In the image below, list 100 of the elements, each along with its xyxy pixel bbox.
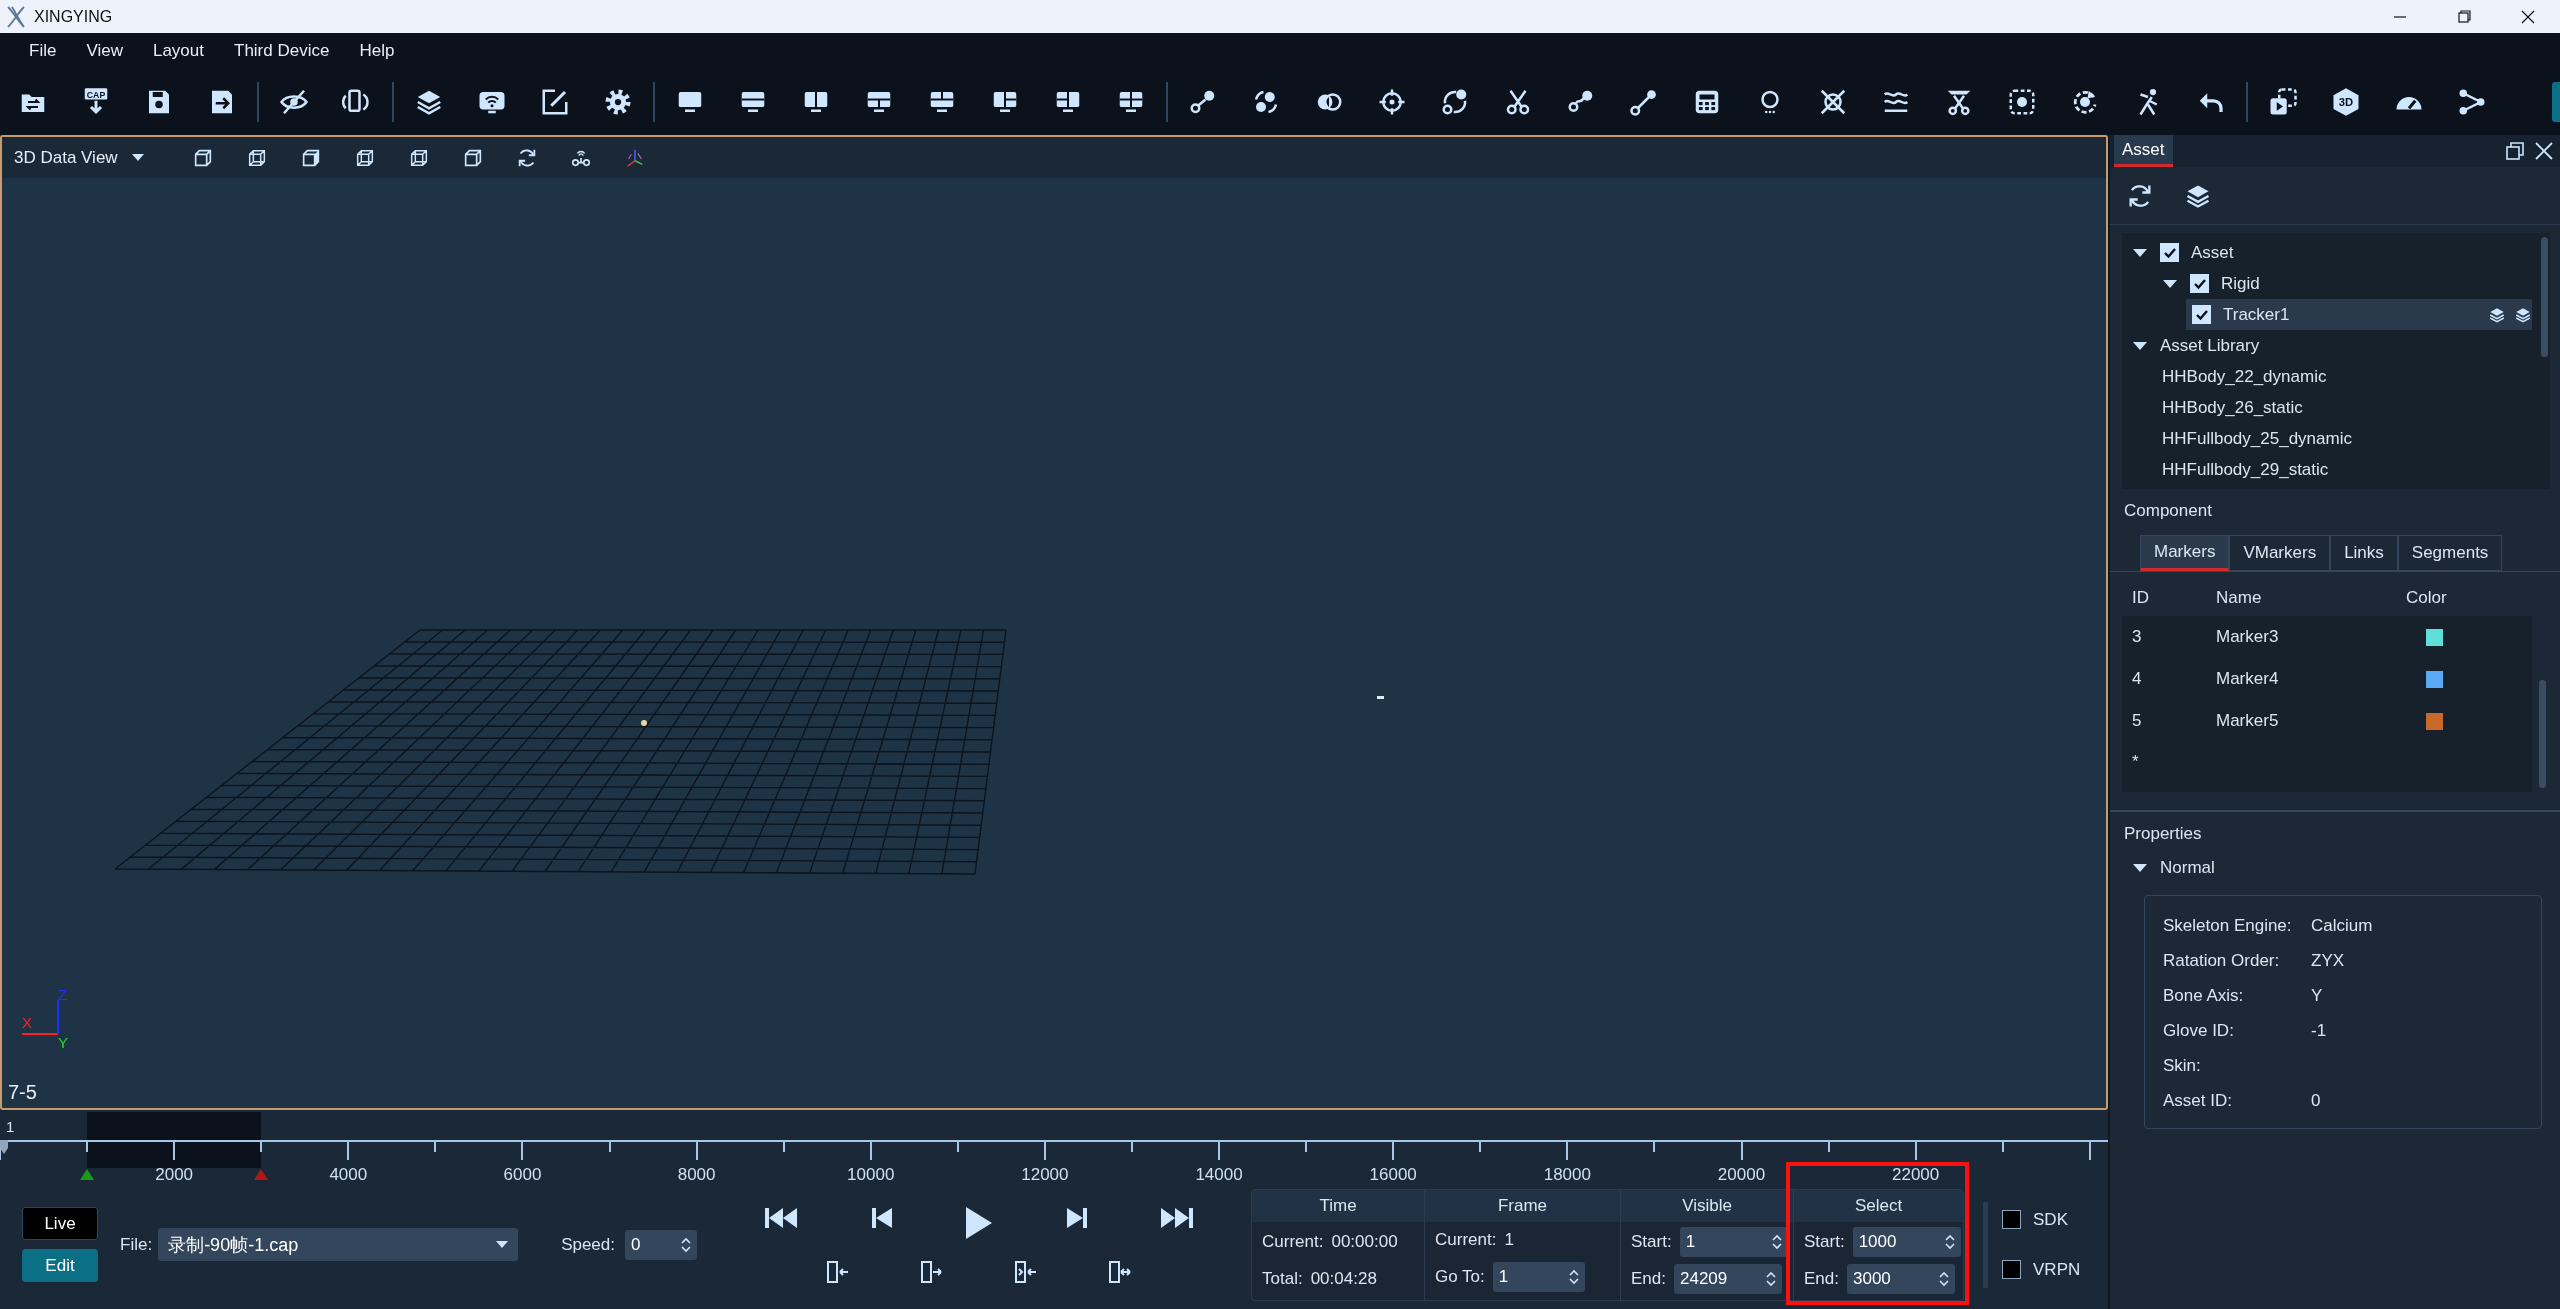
checkbox[interactable] bbox=[2002, 1210, 2021, 1229]
table-cell-text: Marker3 bbox=[2216, 627, 2280, 647]
field-label: Current: bbox=[1435, 1229, 1497, 1250]
checkbox-label: SDK bbox=[2033, 1209, 2068, 1230]
caret-icon bbox=[496, 1240, 509, 1249]
float-window-icon[interactable] bbox=[2506, 142, 2524, 160]
spin-field[interactable]: 3000 bbox=[1847, 1264, 1933, 1294]
tree-row[interactable]: Asset Library bbox=[2126, 330, 2532, 361]
tree-label: Rigid bbox=[2221, 273, 2260, 294]
tab[interactable]: Links bbox=[2330, 535, 2398, 571]
window-title: XINGYING bbox=[34, 7, 113, 26]
timeline-tick-label: 2000 bbox=[155, 1165, 194, 1185]
spinner-arrows-icon[interactable] bbox=[1933, 1264, 1955, 1294]
timeline-tick-label: 8000 bbox=[677, 1165, 716, 1185]
mode-button[interactable]: Edit bbox=[22, 1249, 98, 1282]
menu-item[interactable]: Third Device bbox=[221, 40, 343, 61]
timeline-tick-label: 16000 bbox=[1369, 1165, 1417, 1185]
skip-to-start-icon[interactable] bbox=[765, 1205, 799, 1230]
spinner-arrows-icon[interactable] bbox=[1938, 1227, 1961, 1257]
step-back-icon[interactable] bbox=[869, 1205, 894, 1230]
close-icon[interactable] bbox=[2534, 141, 2554, 161]
speed-label: Speed: bbox=[561, 1234, 615, 1255]
selected-range[interactable] bbox=[87, 1112, 262, 1168]
spinner-arrows-icon[interactable] bbox=[1765, 1227, 1788, 1257]
tree-row[interactable]: Rigid bbox=[2156, 268, 2532, 299]
view-dropdown[interactable]: 3D Data View bbox=[8, 147, 150, 168]
group-header: Frame bbox=[1425, 1189, 1620, 1222]
tree-row[interactable]: HHFullbody_29_static bbox=[2156, 454, 2532, 485]
tree-row[interactable]: HHBody_26_static bbox=[2156, 392, 2532, 423]
mode-button[interactable]: Live bbox=[22, 1207, 98, 1240]
menu-item[interactable]: Layout bbox=[139, 40, 217, 61]
scrollbar[interactable] bbox=[2539, 680, 2546, 788]
tree-label: Asset Library bbox=[2160, 335, 2260, 356]
timeline-tick-label: 12000 bbox=[1021, 1165, 1069, 1185]
tree-row[interactable]: HHBody_22_dynamic bbox=[2156, 361, 2532, 392]
spin-field[interactable]: 1000 bbox=[1852, 1227, 1939, 1257]
section-label[interactable]: Normal bbox=[2160, 857, 2215, 878]
file-dropdown[interactable]: 录制-90帧-1.cap bbox=[158, 1228, 519, 1261]
panel-tab[interactable]: Asset bbox=[2114, 135, 2173, 167]
checkbox[interactable] bbox=[2002, 1260, 2021, 1279]
view-label: 7-5 bbox=[8, 1081, 37, 1104]
timeline-start-label: 1 bbox=[6, 1118, 15, 1135]
column-header: Color bbox=[2406, 588, 2448, 608]
scrollbar[interactable] bbox=[2541, 237, 2548, 357]
property-label: Glove ID: bbox=[2163, 1020, 2235, 1041]
bracket-arrow-icon[interactable] bbox=[826, 1259, 850, 1284]
spinner-arrows-icon[interactable] bbox=[675, 1229, 697, 1260]
caret-icon bbox=[131, 153, 144, 162]
menu-item[interactable]: Help bbox=[346, 40, 408, 61]
property-label: Asset ID: bbox=[2163, 1090, 2233, 1111]
tree-label: HHBody_22_dynamic bbox=[2162, 366, 2327, 387]
bracket-arrow-icon[interactable] bbox=[1108, 1259, 1132, 1284]
step-forward-icon[interactable] bbox=[1064, 1205, 1089, 1230]
timeline-tick-label: 18000 bbox=[1543, 1165, 1591, 1185]
spin-field[interactable]: 24209 bbox=[1674, 1264, 1760, 1294]
hexagon-icon[interactable]: 3D bbox=[2331, 86, 2361, 117]
spin-field[interactable]: 0 bbox=[625, 1229, 675, 1260]
tree-row[interactable]: Tracker1 bbox=[2186, 299, 2532, 330]
axis-gizmo-drawing: X Z Y bbox=[21, 986, 68, 1051]
field-label: End: bbox=[1631, 1269, 1666, 1289]
menu-item[interactable]: View bbox=[73, 40, 136, 61]
field-label: Current: bbox=[1262, 1232, 1324, 1252]
checkbox-label: VRPN bbox=[2033, 1259, 2081, 1280]
play-square-icon[interactable] bbox=[2268, 86, 2298, 117]
bracket-arrow-icon[interactable] bbox=[920, 1259, 944, 1284]
field-value: 00:04:28 bbox=[1310, 1269, 1377, 1289]
skip-to-end-icon[interactable] bbox=[1159, 1205, 1193, 1230]
timeline-tick-label: 14000 bbox=[1195, 1165, 1243, 1185]
field-label: Start: bbox=[1804, 1232, 1845, 1252]
spinner-arrows-icon[interactable] bbox=[1562, 1261, 1585, 1292]
field-value: 00:00:00 bbox=[1331, 1232, 1398, 1252]
field-label: Start: bbox=[1631, 1232, 1672, 1252]
tree-row[interactable]: Asset bbox=[2126, 237, 2532, 268]
spinner-arrows-icon[interactable] bbox=[1760, 1264, 1782, 1294]
field-label: Go To: bbox=[1435, 1266, 1485, 1287]
tab[interactable]: VMarkers bbox=[2229, 535, 2331, 571]
tab[interactable]: Markers bbox=[2140, 535, 2230, 571]
bracket-arrow-icon[interactable] bbox=[1014, 1259, 1038, 1284]
side-tab[interactable] bbox=[2552, 81, 2560, 122]
tree-label: HHFullbody_25_dynamic bbox=[2162, 428, 2352, 449]
property-label: Ratation Order: bbox=[2163, 950, 2281, 971]
spin-field[interactable]: 1 bbox=[1679, 1227, 1766, 1257]
play-icon[interactable] bbox=[964, 1205, 994, 1240]
spin-field[interactable]: 1 bbox=[1492, 1261, 1563, 1292]
property-value: ZYX bbox=[2311, 950, 2346, 971]
column-header: ID bbox=[2132, 588, 2150, 608]
field-value: 1 bbox=[1504, 1229, 1514, 1250]
menu-item[interactable]: File bbox=[16, 40, 70, 61]
playhead-icon[interactable] bbox=[0, 1140, 8, 1154]
table-cell-text: 4 bbox=[2132, 669, 2143, 689]
property-label: Skin: bbox=[2163, 1055, 2202, 1076]
tree-label: HHBody_26_static bbox=[2162, 397, 2303, 418]
tree-label: Asset bbox=[2191, 242, 2234, 263]
tab[interactable]: Segments bbox=[2397, 535, 2503, 571]
property-value: -1 bbox=[2311, 1020, 2328, 1041]
table-cell-text: Marker4 bbox=[2216, 669, 2280, 689]
tree-row[interactable]: HHFullbody_25_dynamic bbox=[2156, 423, 2532, 454]
new-row-marker: * bbox=[2132, 752, 2140, 772]
field-label: End: bbox=[1804, 1269, 1839, 1289]
timeline-tick-label: 22000 bbox=[1892, 1165, 1940, 1185]
